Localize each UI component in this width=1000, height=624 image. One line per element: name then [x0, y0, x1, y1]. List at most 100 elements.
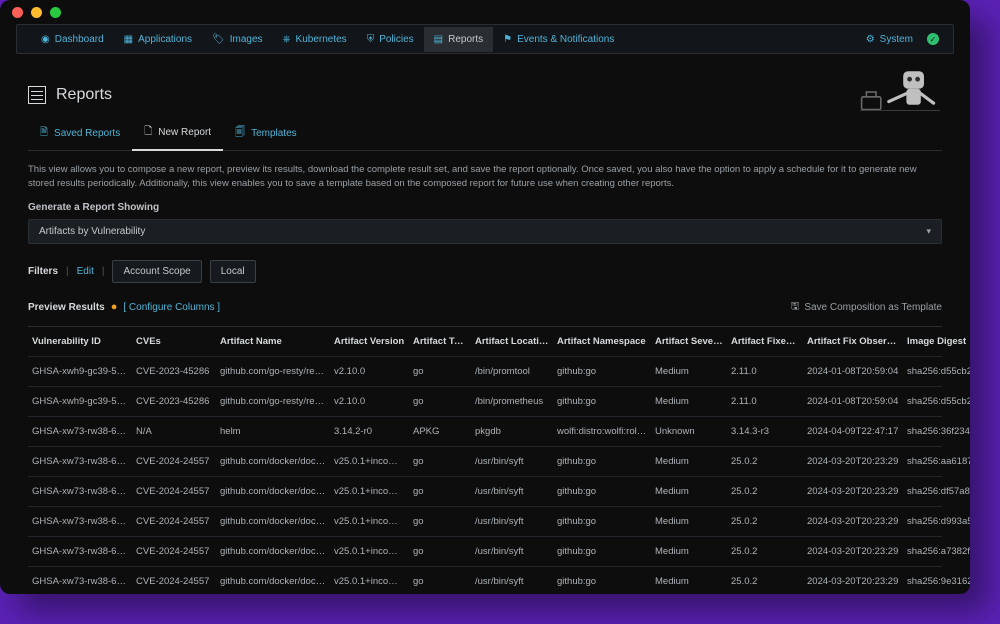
cell-obs: 2024-03-20T20:23:29 [807, 486, 903, 497]
cell-name: github.com/docker/docker [220, 546, 330, 557]
subtab-new-label: New Report [158, 127, 211, 138]
cell-loc: /usr/bin/syft [475, 576, 553, 587]
column-header[interactable]: Artifact Name [220, 336, 330, 347]
column-header[interactable]: Artifact Namespace [557, 336, 651, 347]
cell-name: github.com/docker/docker [220, 486, 330, 497]
subtab-templates[interactable]: 🗐 Templates [223, 116, 309, 150]
nav-system-label: System [880, 34, 913, 45]
chip-account-scope[interactable]: Account Scope [112, 260, 201, 283]
filter-row: Filters | Edit | Account Scope Local [28, 260, 942, 283]
nav-item-policies[interactable]: ⛨ Policies [357, 27, 424, 52]
window-maximize-button[interactable] [50, 7, 61, 18]
column-header[interactable]: Artifact Version [334, 336, 409, 347]
gear-icon: ⚙ [866, 34, 875, 45]
subtab-saved-reports[interactable]: 🗎 Saved Reports [28, 116, 132, 150]
cell-cves: CVE-2023-45286 [136, 366, 216, 377]
cell-cves: CVE-2024-24557 [136, 516, 216, 527]
table-row[interactable]: GHSA-xwh9-gc39-5298 CVE-2023-45286 github.… [28, 357, 942, 387]
view-description: This view allows you to compose a new re… [28, 163, 942, 192]
cell-obs: 2024-03-20T20:23:29 [807, 546, 903, 557]
cell-fix: 2.11.0 [731, 366, 803, 377]
cell-cves: CVE-2024-24557 [136, 456, 216, 467]
cell-ns: github:go [557, 576, 651, 587]
nav-item-dashboard[interactable]: ◉Dashboard [31, 27, 114, 52]
column-header[interactable]: Artifact Fix Observed At [807, 336, 903, 347]
cell-loc: /bin/promtool [475, 366, 553, 377]
nav-item-reports[interactable]: ▤Reports [424, 27, 493, 52]
cell-ns: github:go [557, 486, 651, 497]
cell-sev: Medium [655, 516, 727, 527]
save-icon: 🖫 [791, 299, 800, 316]
cell-ns: github:go [557, 396, 651, 407]
cell-dig: sha256:df57a8b2d0 [907, 486, 970, 497]
save-template-button[interactable]: 🖫 Save Composition as Template [791, 299, 942, 316]
nav-item-events-notifications[interactable]: ⚑Events & Notifications [493, 27, 624, 52]
table-header: Vulnerability ID CVEs Artifact Name Artifac… [28, 327, 942, 357]
saved-icon: 🗎 [40, 125, 48, 142]
nav-item-kubernetes[interactable]: ⎈Kubernetes [273, 27, 357, 52]
cell-vid: GHSA-xwh9-gc39-5298 [32, 396, 132, 407]
applications-icon: ▦ [124, 34, 133, 45]
nav-label: Policies [379, 34, 413, 45]
subtab-new-report[interactable]: 🗋 New Report [132, 116, 223, 151]
cell-ver: v25.0.1+incompatible [334, 456, 409, 467]
cell-type: APKG [413, 426, 471, 437]
nav-item-applications[interactable]: ▦Applications [114, 27, 202, 52]
configure-columns-link[interactable]: [ Configure Columns ] [123, 302, 220, 313]
cell-obs: 2024-04-09T22:47:17 [807, 426, 903, 437]
cell-dig: sha256:d993a5ac02 [907, 516, 970, 527]
cell-cves: CVE-2024-24557 [136, 486, 216, 497]
cell-vid: GHSA-xw73-rw38-6vjc [32, 486, 132, 497]
cell-name: github.com/go-resty/resty/v2 [220, 366, 330, 377]
table-row[interactable]: GHSA-xw73-rw38-6vjcCVE-2024-24557github.… [28, 567, 942, 595]
cell-name: github.com/go-resty/resty/v2 [220, 396, 330, 407]
results-table: Vulnerability ID CVEs Artifact Name Artifac… [28, 326, 942, 595]
table-row[interactable]: GHSA-xwh9-gc39-5298CVE-2023-45286github.… [28, 387, 942, 417]
cell-sev: Medium [655, 546, 727, 557]
cell-vid: GHSA-xw73-rw38-6vjc [32, 576, 132, 587]
new-icon: 🗋 [144, 124, 152, 141]
cell-ver: v25.0.1+incompatible [334, 576, 409, 587]
table-row[interactable]: GHSA-xw73-rw38-6vjc CVE-2024-24557 github.… [28, 477, 942, 507]
page-title: Reports [56, 86, 112, 104]
cell-cves: CVE-2024-24557 [136, 546, 216, 557]
table-row[interactable]: GHSA-xw73-rw38-6vjcN/Ahelm3.14.2-r0APKGp… [28, 417, 942, 447]
cell-sev: Unknown [655, 426, 727, 437]
edit-filters-link[interactable]: Edit [77, 266, 94, 277]
table-row[interactable]: GHSA-xw73-rw38-6vjcCVE-2024-24557github.… [28, 507, 942, 537]
column-header[interactable]: Artifact Location [475, 336, 553, 347]
column-header[interactable]: Vulnerability ID [32, 336, 132, 347]
column-header[interactable]: CVEs [136, 336, 216, 347]
column-header[interactable]: Artifact Type [413, 336, 471, 347]
column-header[interactable]: Artifact Severity [655, 336, 727, 347]
cell-obs: 2024-01-08T20:59:04 [807, 396, 903, 407]
column-header[interactable]: Image Digest [907, 336, 970, 347]
table-row[interactable]: GHSA-xw73-rw38-6vjcCVE-2024-24557github.… [28, 537, 942, 567]
cell-ver: v2.10.0 [334, 396, 409, 407]
cell-sev: Medium [655, 456, 727, 467]
cell-fix: 25.0.2 [731, 456, 803, 467]
save-template-label: Save Composition as Template [804, 302, 942, 313]
nav-item-images[interactable]: 🏷Images [202, 27, 273, 52]
window-minimize-button[interactable] [31, 7, 42, 18]
reports-page-icon [28, 86, 46, 104]
chip-local[interactable]: Local [210, 260, 256, 283]
cell-ver: v25.0.1+incompatible [334, 546, 409, 557]
table-row[interactable]: GHSA-xw73-rw38-6vjcCVE-2024-24557github.… [28, 447, 942, 477]
report-type-select[interactable]: Artifacts by Vulnerability ▾ [28, 219, 942, 244]
column-header[interactable]: Artifact Fixed In [731, 336, 803, 347]
window-close-button[interactable] [12, 7, 23, 18]
cell-type: go [413, 396, 471, 407]
nav-system[interactable]: ⚙ System [860, 27, 919, 52]
cell-type: go [413, 486, 471, 497]
status-ok-icon[interactable]: ✓ [927, 33, 939, 45]
cell-ns: github:go [557, 516, 651, 527]
cell-vid: GHSA-xwh9-gc39-5298 [32, 366, 132, 377]
subtab-templates-label: Templates [251, 128, 297, 139]
cell-ver: v25.0.1+incompatible [334, 516, 409, 527]
nav-label: Dashboard [55, 34, 104, 45]
app-window: ◉Dashboard▦Applications🏷Images⎈Kubernete… [0, 0, 970, 594]
policies-icon: ⛨ [367, 34, 375, 45]
cell-ver: 3.14.2-r0 [334, 426, 409, 437]
cell-loc: /usr/bin/syft [475, 516, 553, 527]
